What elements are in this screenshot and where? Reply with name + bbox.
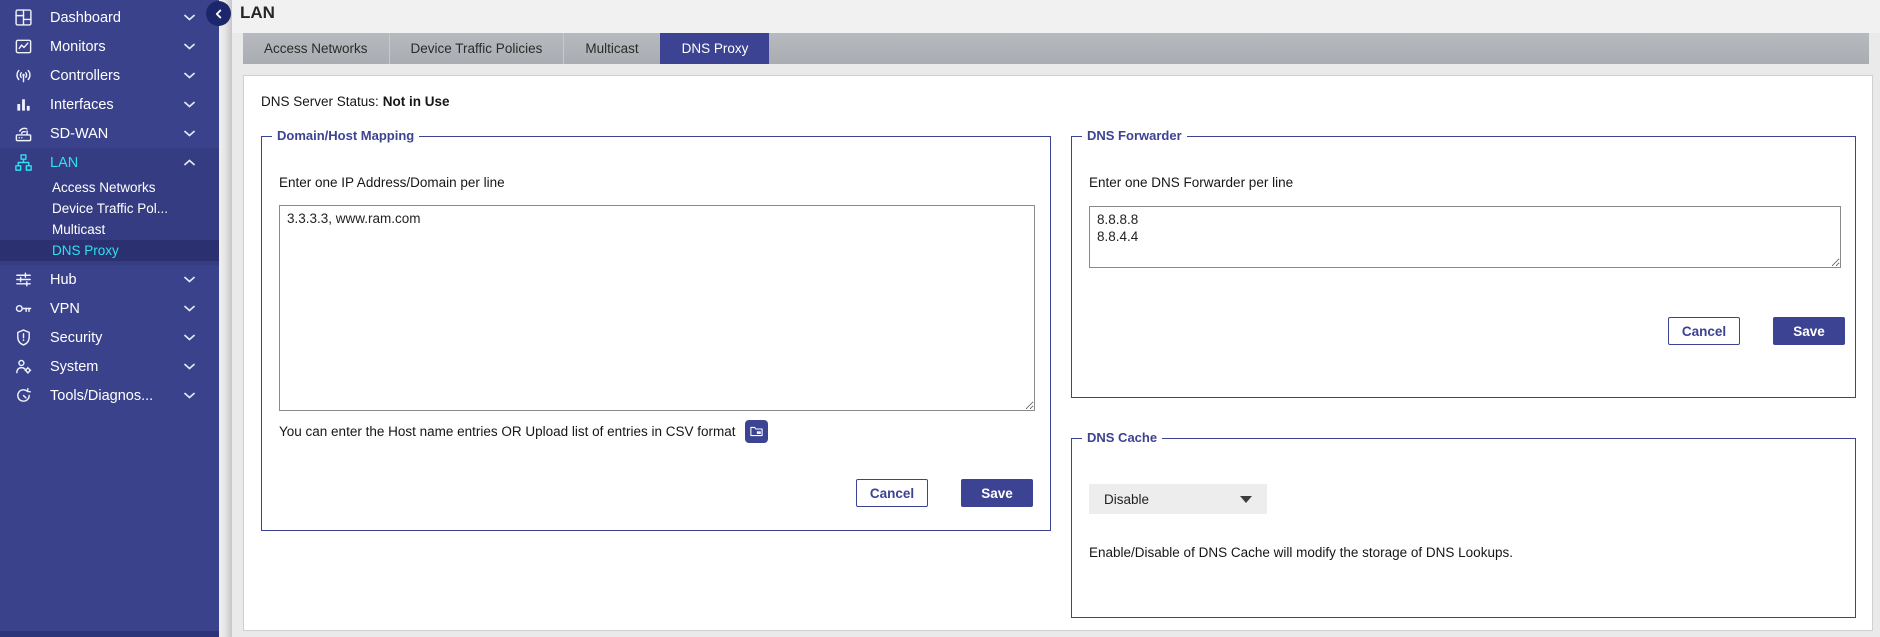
sidebar-item-interfaces[interactable]: Interfaces [0,90,219,119]
sidebar-item-lan[interactable]: LAN [0,148,219,177]
dns-server-status-label: DNS Server Status: [261,94,379,109]
domain-host-mapping-actions: Cancel Save [856,479,1033,507]
dns-cache-fieldset: DNS Cache Disable Enable/Disable of DNS … [1071,438,1856,618]
chevron-down-icon [184,363,195,370]
chevron-down-icon [184,305,195,312]
sidebar-subitem-multicast[interactable]: Multicast [0,219,219,240]
domain-host-mapping-textarea[interactable]: 3.3.3.3, www.ram.com [279,205,1035,411]
sidebar-item-sdwan[interactable]: SD-WAN [0,119,219,148]
sidebar-item-label: Dashboard [50,10,121,26]
csv-upload-note: You can enter the Host name entries OR U… [279,424,735,439]
sidebar-footer-strip [0,631,219,637]
subitem-label: Device Traffic Pol... [52,201,168,216]
network-tree-icon [13,153,33,173]
chevron-up-icon [184,159,195,166]
app-root: Dashboard Monitors Controllers Interface… [0,0,1880,637]
sidebar-item-label: LAN [50,155,78,171]
sidebar-item-label: SD-WAN [50,126,108,142]
tab-bar: Access Networks Device Traffic Policies … [243,33,1869,64]
dns-forwarder-fieldset: DNS Forwarder Enter one DNS Forwarder pe… [1071,136,1856,398]
cancel-button[interactable]: Cancel [856,479,928,507]
chevron-down-icon [184,101,195,108]
content-panel: DNS Server Status: Not in Use Domain/Host… [243,75,1873,631]
domain-host-mapping-legend: Domain/Host Mapping [272,128,419,143]
bar-chart-icon [13,95,33,115]
sidebar-subitem-dns-proxy[interactable]: DNS Proxy [0,240,219,261]
chevron-down-icon [184,43,195,50]
key-icon [13,299,33,319]
dns-server-status: DNS Server Status: Not in Use [261,94,450,109]
shield-icon [13,328,33,348]
dns-cache-selected-value: Disable [1104,492,1149,507]
domain-host-mapping-hint: Enter one IP Address/Domain per line [279,175,505,190]
sidebar-item-label: Security [50,330,102,346]
sidebar-item-security[interactable]: Security [0,323,219,352]
dns-forwarder-hint: Enter one DNS Forwarder per line [1089,175,1293,190]
tab-device-traffic-policies[interactable]: Device Traffic Policies [389,33,564,64]
top-header-bar [232,0,1880,33]
sidebar-scroll-strip [219,0,232,637]
sidebar-item-dashboard[interactable]: Dashboard [0,3,219,32]
sidebar-item-label: Monitors [50,39,106,55]
sidebar-item-controllers[interactable]: Controllers [0,61,219,90]
dns-forwarder-textarea[interactable]: 8.8.8.8 8.8.4.4 [1089,206,1841,268]
csv-upload-button[interactable] [745,420,768,443]
sidebar-item-tools-diagnostics[interactable]: Tools/Diagnos... [0,381,219,410]
sidebar-item-monitors[interactable]: Monitors [0,32,219,61]
sidebar-item-label: VPN [50,301,80,317]
tab-access-networks[interactable]: Access Networks [243,33,389,64]
antenna-signal-icon [13,66,33,86]
sidebar-item-system[interactable]: System [0,352,219,381]
dns-forwarder-actions: Cancel Save [1668,317,1845,345]
subitem-label: DNS Proxy [52,243,119,258]
domain-host-mapping-fieldset: Domain/Host Mapping Enter one IP Address… [261,136,1051,531]
sidebar-item-label: Tools/Diagnos... [50,388,153,404]
cancel-button[interactable]: Cancel [1668,317,1740,345]
dns-cache-note: Enable/Disable of DNS Cache will modify … [1089,545,1513,560]
chevron-down-icon [184,276,195,283]
sidebar-item-hub[interactable]: Hub [0,265,219,294]
chevron-down-icon [184,392,195,399]
dns-cache-legend: DNS Cache [1082,430,1162,445]
subitem-label: Access Networks [52,180,156,195]
dns-server-status-value: Not in Use [383,94,450,109]
csv-upload-row: You can enter the Host name entries OR U… [279,420,768,443]
chevron-down-icon [184,14,195,21]
subitem-label: Multicast [52,222,105,237]
sidebar: Dashboard Monitors Controllers Interface… [0,0,219,637]
sliders-icon [13,270,33,290]
monitor-chart-icon [13,37,33,57]
chevron-down-icon [184,72,195,79]
dropdown-caret-icon [1240,496,1252,503]
folder-upload-icon [749,424,764,439]
page-title: LAN [240,3,275,23]
sidebar-subitem-access-networks[interactable]: Access Networks [0,177,219,198]
save-button[interactable]: Save [961,479,1033,507]
chevron-left-icon [212,7,226,21]
dashboard-grid-icon [13,8,33,28]
chevron-down-icon [184,334,195,341]
tools-rotate-icon [13,386,33,406]
sidebar-item-label: Interfaces [50,97,114,113]
sidebar-subitem-device-traffic-policies[interactable]: Device Traffic Pol... [0,198,219,219]
router-wifi-icon [13,124,33,144]
chevron-down-icon [184,130,195,137]
dns-cache-select[interactable]: Disable [1089,484,1267,514]
sidebar-collapse-button[interactable] [206,1,231,26]
tab-multicast[interactable]: Multicast [563,33,659,64]
save-button[interactable]: Save [1773,317,1845,345]
tab-dns-proxy[interactable]: DNS Proxy [660,33,770,64]
sidebar-group-lan: LAN Access Networks Device Traffic Pol..… [0,148,219,265]
sidebar-item-label: System [50,359,98,375]
sidebar-item-label: Controllers [50,68,120,84]
sidebar-item-label: Hub [50,272,77,288]
dns-forwarder-legend: DNS Forwarder [1082,128,1187,143]
sidebar-item-vpn[interactable]: VPN [0,294,219,323]
user-gear-icon [13,357,33,377]
